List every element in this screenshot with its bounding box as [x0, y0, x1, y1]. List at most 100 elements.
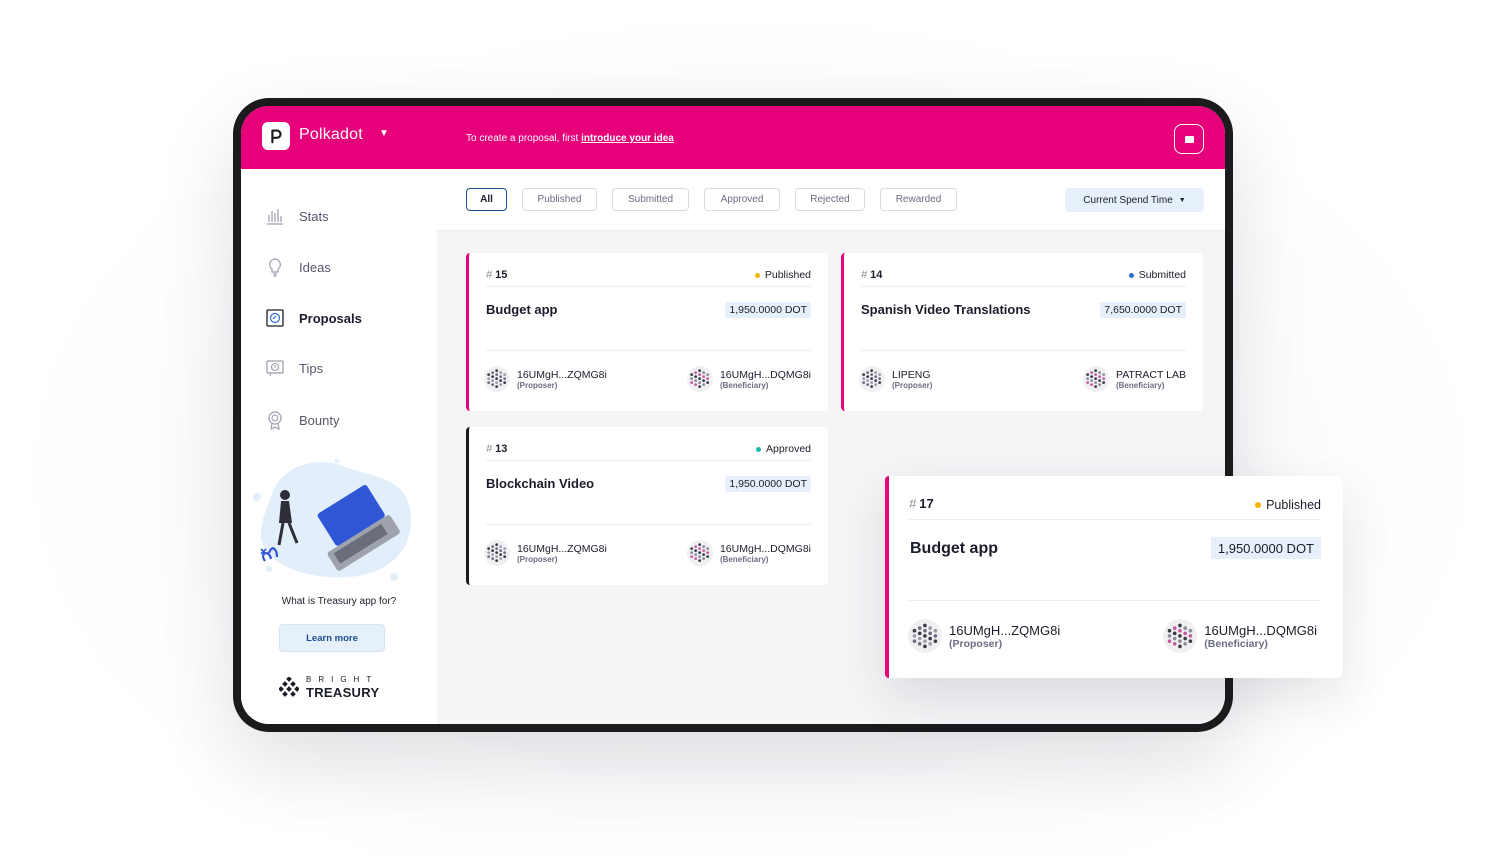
proposal-number-value: 17: [919, 496, 934, 511]
divider: [909, 600, 1321, 601]
bounty-icon: [263, 408, 287, 432]
proposer-info: 16UMgH...ZQMG8i (Proposer): [517, 369, 607, 390]
divider: [486, 460, 811, 461]
sidebar-item-label: Bounty: [299, 412, 340, 428]
identicon-pattern: [690, 369, 710, 389]
beneficiary[interactable]: PATRACT LAB (Beneficiary): [1082, 366, 1186, 392]
proposal-title[interactable]: Budget app: [910, 540, 998, 558]
proposal-title[interactable]: Budget app: [486, 302, 558, 317]
sidebar-item-proposals[interactable]: Proposals: [263, 305, 362, 331]
proposer-name: 16UMgH...ZQMG8i: [517, 542, 607, 555]
identicon-pattern: [487, 369, 507, 389]
chevron-down-icon[interactable]: ▼: [379, 128, 389, 139]
proposal-card[interactable]: #14 Submitted Spanish Video Translations…: [841, 253, 1203, 411]
status-label: Submitted: [1138, 269, 1186, 281]
proposal-card[interactable]: #15 Published Budget app 1,950.0000 DOT …: [466, 253, 828, 411]
sidebar-item-tips[interactable]: Tips: [263, 355, 323, 381]
hint-text: To create a proposal, first: [466, 133, 582, 144]
wallet-icon: [1184, 135, 1194, 143]
proposal-number: #14: [861, 269, 882, 281]
proposer-name: 16UMgH...ZQMG8i: [949, 622, 1061, 638]
treasury-question: What is Treasury app for?: [281, 596, 397, 607]
brand-top-text: BRIGHT: [306, 675, 379, 684]
proposal-number: #13: [486, 443, 507, 455]
laptop-illustration: [253, 458, 412, 581]
proposer[interactable]: 16UMgH...ZQMG8i (Proposer): [908, 619, 1060, 653]
polkadot-logo-icon[interactable]: [262, 122, 290, 150]
filter-tab-rejected[interactable]: Rejected: [795, 188, 865, 211]
network-selector-label[interactable]: Polkadot: [299, 126, 363, 144]
filter-tab-rewarded[interactable]: Rewarded: [880, 188, 957, 211]
bright-treasury-mark-icon: [279, 677, 299, 697]
beneficiary-info: 16UMgH...DQMG8i (Beneficiary): [720, 543, 811, 564]
sidebar-item-label: Stats: [299, 208, 329, 224]
proposal-number: #15: [486, 269, 507, 281]
hash-symbol: #: [861, 269, 868, 281]
identicon-avatar-icon: [908, 619, 942, 653]
identicon-pattern: [862, 369, 882, 389]
lightbulb-icon: [263, 255, 287, 279]
proposer-role: (Proposer): [517, 380, 558, 390]
filter-tab-all[interactable]: All: [466, 188, 507, 211]
filter-tab-submitted[interactable]: Submitted: [612, 188, 689, 211]
beneficiary-info: PATRACT LAB (Beneficiary): [1116, 369, 1186, 390]
beneficiary[interactable]: 16UMgH...DQMG8i (Beneficiary): [1163, 619, 1317, 653]
identicon-avatar-icon: [484, 366, 510, 392]
stats-icon: [263, 204, 287, 228]
proposer-role: (Proposer): [892, 380, 933, 390]
divider: [909, 519, 1321, 520]
identicon-avatar-icon: [484, 540, 510, 566]
beneficiary-role: (Beneficiary): [719, 380, 769, 390]
tips-icon: [263, 356, 287, 380]
proposal-title[interactable]: Spanish Video Translations: [861, 302, 1031, 317]
sidebar-item-label: Proposals: [299, 310, 362, 326]
proposal-amount: 1,950.0000 DOT: [725, 476, 811, 492]
sidebar-item-bounty[interactable]: Bounty: [263, 407, 339, 433]
proposer-name: LIPENG: [892, 368, 931, 381]
beneficiary[interactable]: 16UMgH...DQMG8i (Beneficiary): [686, 540, 811, 566]
divider: [486, 350, 811, 351]
status-dot-icon: [1128, 272, 1134, 278]
sidebar-item-ideas[interactable]: Ideas: [263, 254, 331, 280]
sidebar-item-stats[interactable]: Stats: [263, 203, 329, 229]
identicon-avatar-icon: [686, 540, 713, 566]
proposal-amount: 1,950.0000 DOT: [1210, 537, 1321, 559]
bright-treasury-logo: BRIGHT TREASURY: [279, 673, 399, 703]
proposer-role: (Proposer): [949, 637, 1003, 650]
identicon-pattern: [1086, 369, 1106, 389]
beneficiary-name: PATRACT LAB: [1115, 368, 1186, 381]
identicon-pattern: [487, 543, 507, 563]
identicon-pattern: [690, 543, 710, 563]
proposer[interactable]: LIPENG (Proposer): [859, 366, 932, 392]
wallet-button[interactable]: [1174, 124, 1204, 154]
proposer[interactable]: 16UMgH...ZQMG8i (Proposer): [484, 540, 607, 566]
identicon-avatar-icon: [1082, 366, 1109, 392]
proposal-amount: 1,950.0000 DOT: [725, 302, 811, 318]
proposer[interactable]: 16UMgH...ZQMG8i (Proposer): [484, 366, 607, 392]
status-label: Published: [1266, 498, 1321, 512]
status-label: Approved: [766, 443, 811, 455]
polkadot-p-icon: [271, 129, 282, 144]
beneficiary[interactable]: 16UMgH...DQMG8i (Beneficiary): [686, 366, 811, 392]
status-dot-icon: [754, 272, 760, 278]
status-dot-icon: [756, 446, 762, 452]
top-bar: Polkadot ▼ To create a proposal, first i…: [241, 106, 1225, 169]
proposal-card[interactable]: #13 Approved Blockchain Video 1,950.0000…: [466, 427, 828, 585]
sidebar: Stats Ideas Proposals Tips Bounty What i…: [241, 169, 437, 724]
learn-more-button[interactable]: Learn more: [279, 624, 385, 652]
filter-tab-published[interactable]: Published: [522, 188, 597, 211]
status-badge: Published: [1255, 498, 1321, 512]
spend-time-select[interactable]: Current Spend Time ▼: [1065, 188, 1204, 212]
filter-tab-approved[interactable]: Approved: [704, 188, 780, 211]
brand-bottom-text: TREASURY: [306, 685, 380, 700]
sidebar-item-label: Tips: [299, 360, 324, 376]
proposal-title[interactable]: Blockchain Video: [486, 476, 594, 491]
beneficiary-name: 16UMgH...DQMG8i: [719, 368, 811, 381]
introduce-idea-link[interactable]: introduce your idea: [581, 133, 674, 144]
beneficiary-name: 16UMgH...DQMG8i: [719, 542, 811, 555]
status-badge: Published: [754, 269, 811, 281]
proposer-info: 16UMgH...ZQMG8i (Proposer): [949, 623, 1060, 650]
featured-proposal-card[interactable]: #17 Published Budget app 1,950.0000 DOT …: [885, 476, 1343, 678]
proposer-info: 16UMgH...ZQMG8i (Proposer): [517, 543, 607, 564]
hash-symbol: #: [486, 443, 493, 455]
